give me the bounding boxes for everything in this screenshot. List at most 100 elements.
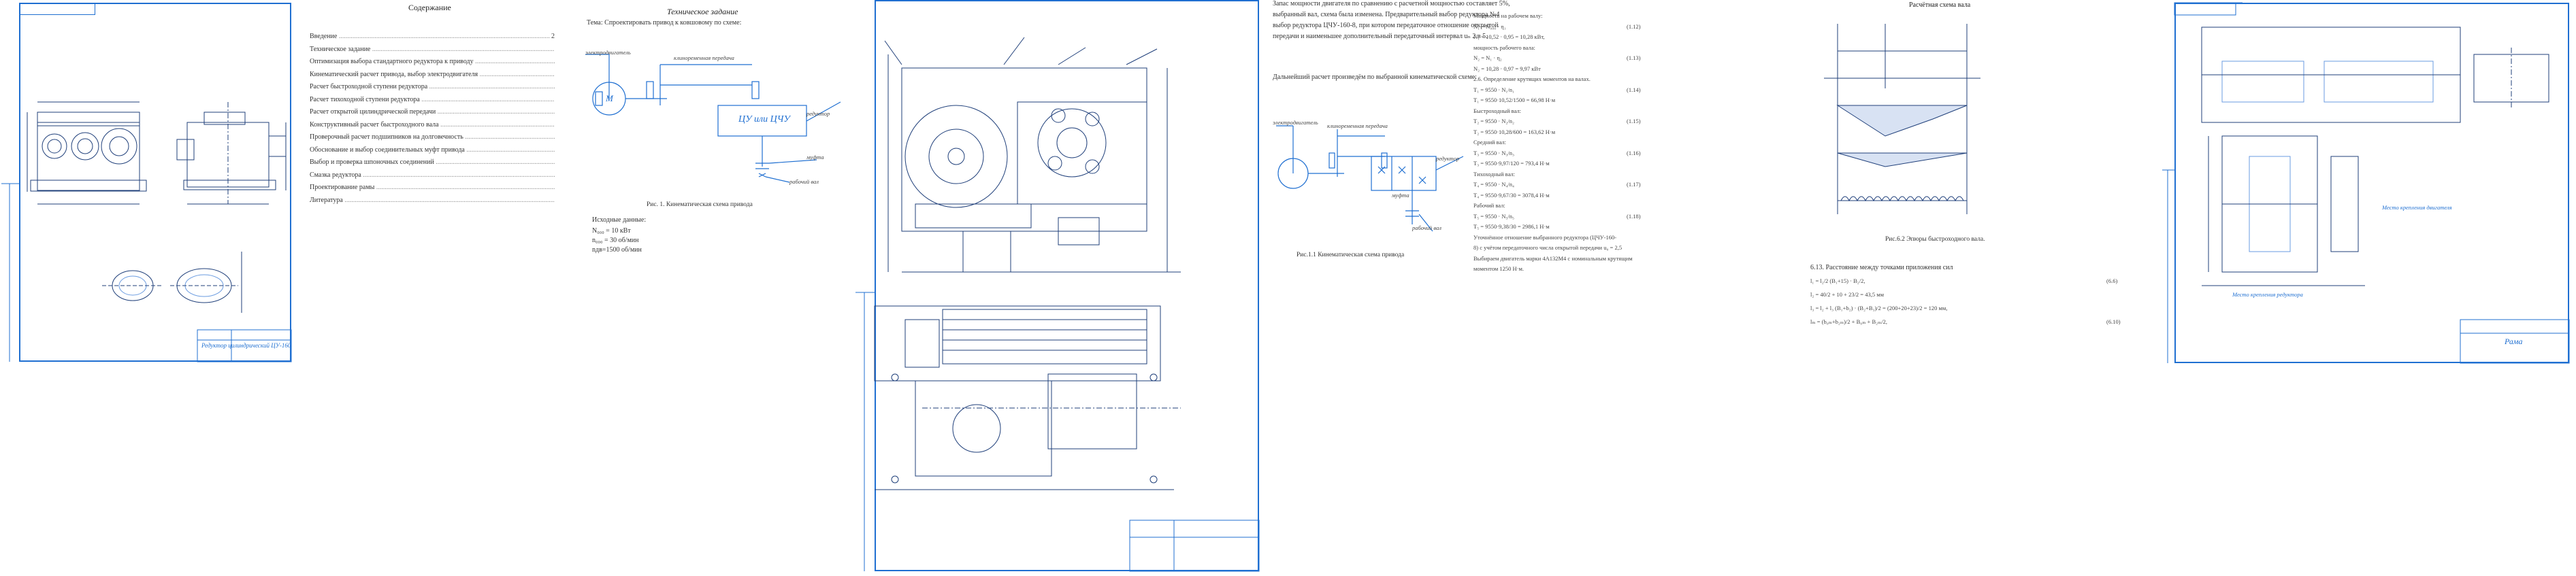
formula-number: (1.14) <box>1627 86 1641 93</box>
contents-item-label: Смазка редуктора <box>310 171 555 179</box>
formula-text: l₁ = l₂/2 (B₁+15) · B₂/2, <box>1810 277 1865 284</box>
label-coupling: муфта <box>806 154 824 160</box>
initial-data-heading: Исходные данные: <box>592 216 647 224</box>
intro-line-1: Запас мощности двигателя по сравнению с … <box>1273 0 1510 7</box>
label-gear: ЦУ или ЦЧУ <box>738 114 790 124</box>
label-belt: клиноременная передача <box>674 54 734 61</box>
formula-text: Быстроходный вал: <box>1473 107 1522 114</box>
contents-item-page: 2 <box>550 33 555 40</box>
stamp-title: Редуктор цилиндрический ЦУ-160 <box>201 342 291 349</box>
sheet-frame-drawing: Место крепления двигателя Место креплени… <box>2161 0 2573 367</box>
contents-item-label: Расчет быстроходной ступени редуктора <box>310 83 555 90</box>
contents-item: Оптимизация выбора стандартного редуктор… <box>310 58 555 65</box>
contents-item: Конструктивный расчет быстроходного вала <box>310 121 555 129</box>
formula-text: T₃ = 9550 · N₃/n₃ <box>1473 149 1514 156</box>
sheet-calculations: Запас мощности двигателя по сравнению с … <box>1269 0 1657 381</box>
formula-text: 2.6. Определение крутящих моментов на ва… <box>1473 75 1591 82</box>
intro-line-2: выбранный вал, схема была изменена. Пред… <box>1273 11 1500 18</box>
formula-text: N₂ = N₁ · η₂ <box>1473 54 1502 61</box>
motor-mark: М <box>606 93 613 103</box>
frame-label-bottom: Место крепления редуктора <box>2232 291 2303 298</box>
contents-item: Введение2 <box>310 33 555 40</box>
formula-text: Средний вал: <box>1473 139 1507 146</box>
contents-item: Смазка редуктора <box>310 171 555 179</box>
intro-line-3: выбор редуктора ЦЧУ-160-8, при котором п… <box>1273 22 1499 29</box>
formula-text: N₁ = 10,52 · 0,95 = 10,28 кВт, <box>1473 33 1545 40</box>
assignment-caption: Рис. 1. Кинематическая схема привода <box>647 201 753 208</box>
contents-item: Литература <box>310 197 555 204</box>
reducer-drawing <box>1 101 292 362</box>
shaft-diagram <box>1824 24 1980 214</box>
formula-number: (1.12) <box>1627 22 1641 30</box>
initial-data-3: nдв=1500 об/мин <box>592 246 642 254</box>
formula-text: моментом 1250 Н·м. <box>1473 265 1524 272</box>
frame-stamp-title: Рама <box>2505 337 2523 346</box>
formula-number: (6.10) <box>2106 318 2121 325</box>
contents-item-label: Проверочный расчет подшипников на долгов… <box>310 133 555 141</box>
calc-note: Дальнейший расчет произведём по выбранно… <box>1273 73 1477 81</box>
contents-item-label: Расчет открытой цилиндрической передачи <box>310 108 555 116</box>
contents-item-label: Выбор и проверка шпоночных соединений <box>310 158 555 166</box>
formula-text: мощность рабочего вала: <box>1473 44 1535 51</box>
assignment-theme: Тема: Спроектировать привод к ковшовому … <box>587 19 742 27</box>
formula-text: T₁ = 9550 · N₁/n₁ <box>1473 86 1514 93</box>
formula-text: T₁ = 9550·10,52/1500 = 66,98 Н·м <box>1473 97 1556 103</box>
contents-item: Техническое задание <box>310 46 555 53</box>
contents-item-label: Литература <box>310 197 555 204</box>
contents-item-label: Кинематический расчет привода, выбор эле… <box>310 71 555 78</box>
formula-text: Рабочий вал: <box>1473 202 1505 209</box>
contents-item: Расчет открытой цилиндрической передачи <box>310 108 555 116</box>
contents-title: Содержание <box>408 3 451 12</box>
label-workshaft: рабочий вал <box>789 178 819 185</box>
formula-text: lₘ = (b₀ₘ+b₂ₘ)/2 + B₀ₘ + B₂ₘ/2, <box>1810 318 1888 325</box>
formula-text: Мощность на рабочем валу: <box>1473 12 1543 19</box>
frame-drawing <box>2162 2 2570 364</box>
contents-item-label: Расчет тихоходной ступени редуктора <box>310 96 555 103</box>
shaft-caption: Рис.6.2 Эпюры быстроходного вала. <box>1885 236 1985 243</box>
calc-caption: Рис.1.1 Кинематическая схема привода <box>1297 252 1405 258</box>
formula-number: (1.16) <box>1627 149 1641 156</box>
sheet-contents: Содержание Введение2 Техническое задание О… <box>303 0 561 367</box>
label-coupling-2: муфта <box>1392 192 1409 199</box>
initial-data-2: n₀₀₀ = 30 об/мин <box>592 237 639 244</box>
sheet-assignment: Техническое задание Тема: Спроектировать… <box>572 0 844 367</box>
contents-item-label: Проектирование рамы <box>310 184 555 191</box>
formula-number: (1.18) <box>1627 212 1641 220</box>
sheet-shaft-diagrams: Расчётная схема вала Рис.6.2 Эпюры быстр… <box>1797 0 2137 381</box>
sheet-assembly-drawing <box>854 0 1262 576</box>
assignment-heading: Техническое задание <box>667 7 738 16</box>
contents-item: Кинематический расчет привода, выбор эле… <box>310 71 555 78</box>
contents-item: Расчет быстроходной ступени редуктора <box>310 83 555 90</box>
label-reducer: редуктор <box>806 110 830 117</box>
formula-text: Тихоходный вал: <box>1473 170 1516 177</box>
assembly-drawing <box>855 37 1260 572</box>
formula-text: T₅ = 9550·9,38/30 = 2986,1 Н·м <box>1473 223 1550 230</box>
frame-label-dims: Место крепления двигателя <box>2382 204 2452 211</box>
contents-item: Обоснование и выбор соединительных муфт … <box>310 146 555 154</box>
formula-text: N₁ = N₀₀₀ · η₁ <box>1473 22 1506 30</box>
contents-item: Выбор и проверка шпоночных соединений <box>310 158 555 166</box>
label-motor: электродвигатель <box>585 49 631 56</box>
label-reducer-2: редуктор <box>1436 155 1460 162</box>
formula-text: N₂ = 10,28 · 0,97 = 9,97 кВт <box>1473 65 1541 72</box>
formula-number: (1.13) <box>1627 54 1641 61</box>
formula-text: T₄ = 9550 · N₄/n₄ <box>1473 181 1514 188</box>
label-belt-2: клиноременная передача <box>1327 122 1388 129</box>
contents-item: Проверочный расчет подшипников на долгов… <box>310 133 555 141</box>
shaft-heading: Расчётная схема вала <box>1909 1 1971 9</box>
formula-text: Уточнённое отношение выбранного редуктор… <box>1473 233 1617 241</box>
formula-text: T₅ = 9550 · N₅/n₅ <box>1473 212 1514 220</box>
contents-item: Проектирование рамы <box>310 184 555 191</box>
label-motor-2: электродвигатель <box>1273 119 1318 126</box>
formula-text: T₂ = 9550 · N₂/n₂ <box>1473 118 1514 124</box>
formula-text: Выбираем двигатель марки 4А132M4 с номин… <box>1473 254 1633 262</box>
formula-number: (1.15) <box>1627 118 1641 124</box>
formula-text: T₄ = 9550·9,67/30 = 3078,4 Н·м <box>1473 191 1550 199</box>
formula-text: l₃ = l₂ + l₃ (B₁+b₂) · (B₂+B₃)/2 = (200+… <box>1810 305 1948 311</box>
formula-text: T₂ = 9550·10,28/600 = 163,62 Н·м <box>1473 128 1556 135</box>
sheet-reducer-drawing: Редуктор цилиндрический ЦУ-160 <box>0 0 293 364</box>
label-workshaft-2: рабочий вал <box>1412 224 1441 231</box>
formula-text: 8) с учётом передаточного числа открытой… <box>1473 244 1623 251</box>
contents-item: Расчет тихоходной ступени редуктора <box>310 96 555 103</box>
shaft-formula-heading: 6.13. Расстояние между точками приложени… <box>1810 264 1953 271</box>
